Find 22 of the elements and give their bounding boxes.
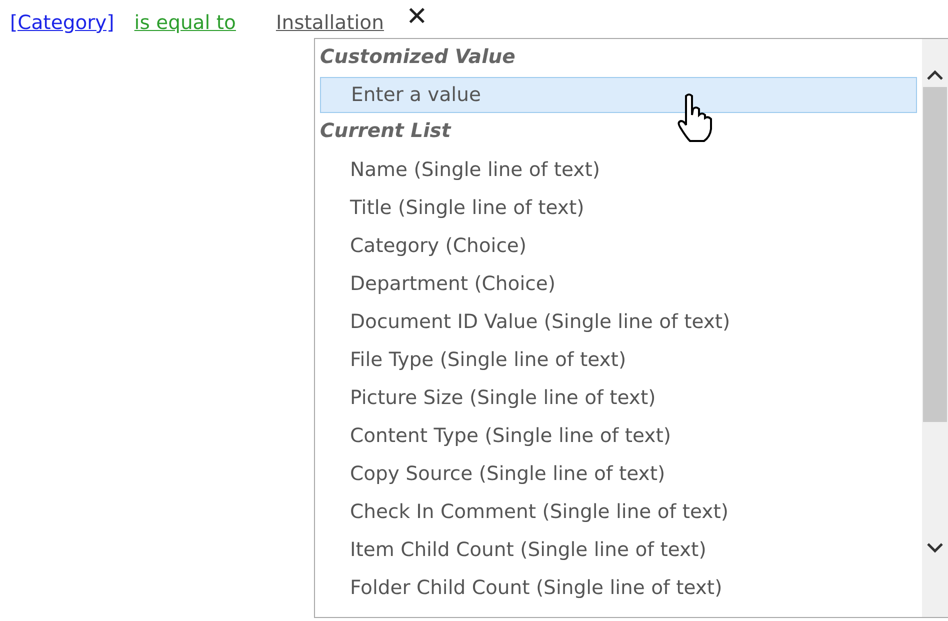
value-link[interactable]: Installation bbox=[276, 8, 384, 38]
list-option[interactable]: Document ID Value (Single line of text) bbox=[315, 303, 922, 341]
list-option[interactable]: Picture Size (Single line of text) bbox=[315, 379, 922, 417]
section-header: Customized Value bbox=[319, 44, 516, 70]
scrollbar-thumb[interactable] bbox=[923, 87, 947, 422]
list-option[interactable]: Title (Single line of text) bbox=[315, 189, 922, 227]
list-option[interactable]: Content Type (Single line of text) bbox=[315, 417, 922, 455]
hand-cursor-icon bbox=[676, 93, 714, 143]
scroll-down-icon[interactable] bbox=[926, 542, 944, 554]
list-option[interactable]: Name (Single line of text) bbox=[315, 151, 922, 189]
list-option[interactable]: Department (Choice) bbox=[315, 265, 922, 303]
list-option[interactable]: File Type (Single line of text) bbox=[315, 341, 922, 379]
section-header: Current List bbox=[319, 118, 451, 144]
list-option[interactable]: Item Child Count (Single line of text) bbox=[315, 531, 922, 569]
close-button[interactable]: ✕ bbox=[406, 4, 428, 30]
scroll-up-icon[interactable] bbox=[926, 69, 944, 81]
field-link[interactable]: [Category] bbox=[10, 8, 114, 38]
list-option[interactable]: Category (Choice) bbox=[315, 227, 922, 265]
list-option[interactable]: Folder Child Count (Single line of text) bbox=[315, 569, 922, 607]
list-option[interactable]: Copy Source (Single line of text) bbox=[315, 455, 922, 493]
list-option[interactable]: Enter a value bbox=[320, 77, 917, 113]
list-option[interactable]: Check In Comment (Single line of text) bbox=[315, 493, 922, 531]
